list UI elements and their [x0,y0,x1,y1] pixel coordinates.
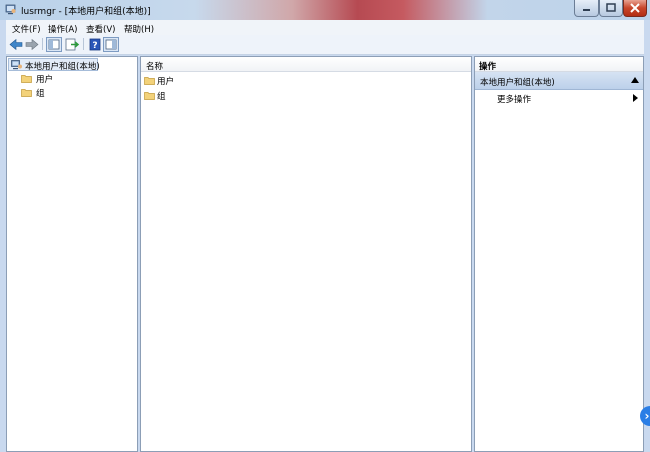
toolbar-separator [42,38,43,50]
menu-action[interactable]: 操作(A) [48,23,77,35]
help-icon: ? [89,38,101,51]
forward-icon [25,38,39,51]
actions-pane: 操作 本地用户和组(本地) 更多操作 [474,56,644,452]
menu-bar: 文件(F) 操作(A) 查看(V) 帮助(H) [6,20,644,35]
show-hide-tree-icon [48,39,60,50]
toolbar-separator [83,38,84,50]
toolbar: ? [6,35,644,55]
minimize-button[interactable] [574,0,599,17]
computer-users-icon [11,60,22,70]
column-header-name[interactable]: 名称 [141,57,471,72]
folder-icon [21,89,32,97]
menu-help[interactable]: 帮助(H) [124,23,154,35]
forward-button[interactable] [24,37,40,52]
export-list-icon [65,38,80,51]
maximize-button[interactable] [599,0,623,17]
tree-item-label: 组 [36,89,45,99]
menu-view[interactable]: 查看(V) [86,23,115,35]
window-title: lusrmgr - [本地用户和组(本地)] [21,7,151,17]
help-button[interactable]: ? [87,37,103,52]
list-item-label: 用户 [157,77,175,87]
more-actions-item[interactable]: 更多操作 [475,91,643,105]
tree-item-users[interactable]: 用户 [21,72,131,85]
tree-root-label: 本地用户和组(本地) [25,62,100,72]
close-button[interactable] [623,0,647,17]
column-header-label: 名称 [146,62,164,72]
show-hide-action-pane-button[interactable] [103,37,119,52]
show-hide-tree-button[interactable] [46,37,62,52]
floating-widget-icon: › [644,409,650,423]
menu-file[interactable]: 文件(F) [12,23,41,35]
collapse-triangle-icon[interactable] [631,77,639,83]
show-hide-action-pane-icon [105,39,117,50]
results-pane[interactable]: 名称 用户 组 [140,56,472,452]
actions-section-header[interactable]: 本地用户和组(本地) [475,72,643,90]
title-bar[interactable]: lusrmgr - [本地用户和组(本地)] [0,0,650,20]
back-icon [9,38,23,51]
actions-header-label: 操作 [479,62,497,72]
tree-root-item[interactable]: 本地用户和组(本地) [8,58,100,72]
computer-users-icon [5,4,16,15]
folder-icon [144,92,155,100]
svg-text:?: ? [92,41,97,51]
folder-icon [144,77,155,85]
export-list-button[interactable] [64,37,80,52]
minimize-icon [583,9,590,11]
submenu-arrow-icon [633,94,638,102]
more-actions-label: 更多操作 [497,95,532,105]
actions-header: 操作 [475,57,643,72]
list-item[interactable]: 用户 [144,74,344,87]
actions-section-label: 本地用户和组(本地) [480,78,555,88]
list-item-label: 组 [157,92,166,102]
list-item[interactable]: 组 [144,89,344,102]
console-tree-pane[interactable]: 本地用户和组(本地) 用户 组 [6,56,138,452]
maximize-icon [606,3,616,12]
back-button[interactable] [8,37,24,52]
folder-icon [21,75,32,83]
close-icon [630,3,640,13]
tree-item-label: 用户 [36,75,54,85]
tree-item-groups[interactable]: 组 [21,86,131,99]
